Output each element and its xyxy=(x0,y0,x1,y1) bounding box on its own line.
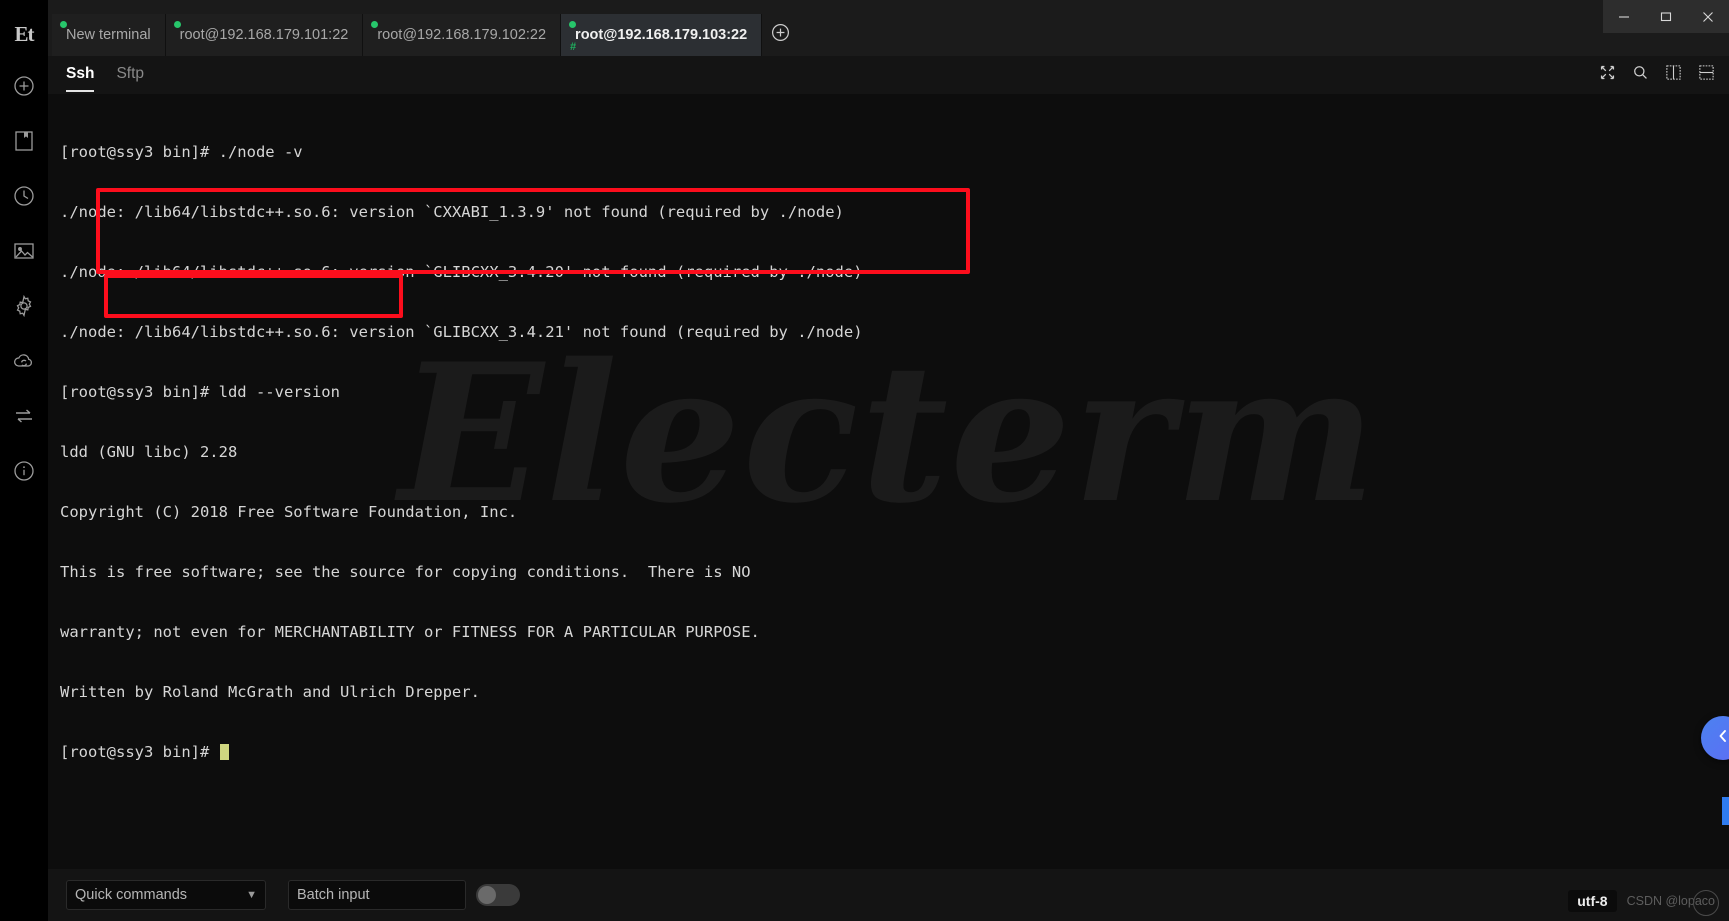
tab-status-dot xyxy=(569,21,577,28)
terminal-pane[interactable]: Electerm [root@ssy3 bin]# ./node -v ./no… xyxy=(48,94,1729,869)
window-controls xyxy=(1603,0,1729,33)
search-icon xyxy=(1632,64,1649,86)
gear-icon xyxy=(12,294,36,318)
terminal-line: [root@ssy3 bin]# ldd --version xyxy=(60,383,340,401)
fullscreen-icon xyxy=(1599,64,1616,86)
sidebar-item-transfer[interactable] xyxy=(0,388,48,443)
add-tab-button[interactable] xyxy=(762,14,798,56)
tab-label: root@192.168.179.101:22 xyxy=(179,27,349,43)
tab-new-terminal[interactable]: New terminal xyxy=(52,14,166,56)
split-vertical-icon xyxy=(1665,64,1682,86)
status-bar-right: utf-8 CSDN @lopaco xyxy=(1568,890,1719,916)
tab-label: root@192.168.179.102:22 xyxy=(377,27,547,43)
sidebar-item-theme[interactable] xyxy=(0,223,48,278)
terminal-output[interactable]: [root@ssy3 bin]# ./node -v ./node: /lib6… xyxy=(48,94,1729,802)
window-maximize-button[interactable] xyxy=(1645,0,1687,33)
batch-input-toggle[interactable] xyxy=(476,884,520,906)
terminal-prompt: [root@ssy3 bin]# xyxy=(60,743,219,761)
tab-label: root@192.168.179.103:22 xyxy=(575,27,748,43)
terminal-line: ./node: /lib64/libstdc++.so.6: version `… xyxy=(60,263,863,281)
quick-commands-select[interactable]: Quick commands ▼ xyxy=(66,880,266,910)
tab-strip: New terminal root@192.168.179.101:22 roo… xyxy=(48,0,798,56)
tab-label: New terminal xyxy=(66,27,151,43)
app-logo: Et xyxy=(14,21,35,46)
chevron-down-icon: ▼ xyxy=(246,889,257,901)
electerm-window: Et New terminal root@192.168.179.101:22 … xyxy=(0,0,1729,921)
terminal-toolbar xyxy=(1599,64,1715,86)
terminal-cursor xyxy=(219,744,229,760)
bottom-bar: Quick commands ▼ Batch input utf-8 CSDN … xyxy=(48,869,1729,921)
main-area: New terminal root@192.168.179.101:22 roo… xyxy=(48,0,1729,921)
window-close-button[interactable] xyxy=(1687,0,1729,33)
sidebar-item-settings[interactable] xyxy=(0,278,48,333)
split-grid-icon xyxy=(1698,64,1715,86)
terminal-line: Copyright (C) 2018 Free Software Foundat… xyxy=(60,503,518,521)
terminal-line: ./node: /lib64/libstdc++.so.6: version `… xyxy=(60,323,863,341)
tab-status-dot xyxy=(173,21,181,28)
terminal-line: ./node: /lib64/libstdc++.so.6: version `… xyxy=(60,203,844,221)
encoding-badge[interactable]: utf-8 xyxy=(1568,890,1617,912)
left-sidebar: Et xyxy=(0,0,48,921)
tab-host-103[interactable]: # root@192.168.179.103:22 xyxy=(561,14,763,56)
search-button[interactable] xyxy=(1632,64,1649,86)
batch-input-placeholder: Batch input xyxy=(297,887,370,903)
plus-circle-icon xyxy=(770,22,791,48)
sidebar-item-about[interactable] xyxy=(0,443,48,498)
tab-ssh[interactable]: Ssh xyxy=(66,65,95,92)
plus-circle-icon xyxy=(12,74,36,98)
info-icon xyxy=(12,459,36,483)
sidebar-item-new-session[interactable] xyxy=(0,58,48,113)
split-grid-button[interactable] xyxy=(1698,64,1715,86)
right-edge-accent xyxy=(1722,797,1729,825)
fullscreen-button[interactable] xyxy=(1599,64,1616,86)
terminal-line: This is free software; see the source fo… xyxy=(60,563,751,581)
csdn-watermark: CSDN @lopaco xyxy=(1627,890,1719,916)
title-bar: New terminal root@192.168.179.101:22 roo… xyxy=(48,0,1729,56)
tab-status-dot xyxy=(60,21,67,28)
toggle-knob xyxy=(478,886,496,904)
transfer-icon xyxy=(12,404,36,428)
clock-icon xyxy=(12,184,36,208)
cloud-sync-icon xyxy=(12,350,36,372)
terminal-line: ldd (GNU libc) 2.28 xyxy=(60,443,238,461)
image-icon xyxy=(12,240,36,262)
tab-shell-indicator: # xyxy=(570,41,577,53)
terminal-prompt-line: [root@ssy3 bin]# xyxy=(60,742,1729,762)
sidebar-item-history[interactable] xyxy=(0,168,48,223)
sidebar-item-bookmarks[interactable] xyxy=(0,113,48,168)
sidebar-item-sync[interactable] xyxy=(0,333,48,388)
chevron-left-icon xyxy=(1715,728,1729,749)
split-vertical-button[interactable] xyxy=(1665,64,1682,86)
quick-commands-label: Quick commands xyxy=(75,887,188,903)
tab-host-101[interactable]: root@192.168.179.101:22 xyxy=(165,14,364,56)
tab-sftp[interactable]: Sftp xyxy=(116,65,144,86)
session-type-bar: Ssh Sftp xyxy=(48,56,1729,94)
terminal-line: Written by Roland McGrath and Ulrich Dre… xyxy=(60,683,480,701)
bookmark-icon xyxy=(13,129,35,153)
tab-host-102[interactable]: root@192.168.179.102:22 xyxy=(363,14,562,56)
window-minimize-button[interactable] xyxy=(1603,0,1645,33)
watermark-ring-icon xyxy=(1693,890,1719,916)
batch-input-field[interactable]: Batch input xyxy=(288,880,466,910)
terminal-line: warranty; not even for MERCHANTABILITY o… xyxy=(60,623,760,641)
terminal-line: [root@ssy3 bin]# ./node -v xyxy=(60,143,303,161)
